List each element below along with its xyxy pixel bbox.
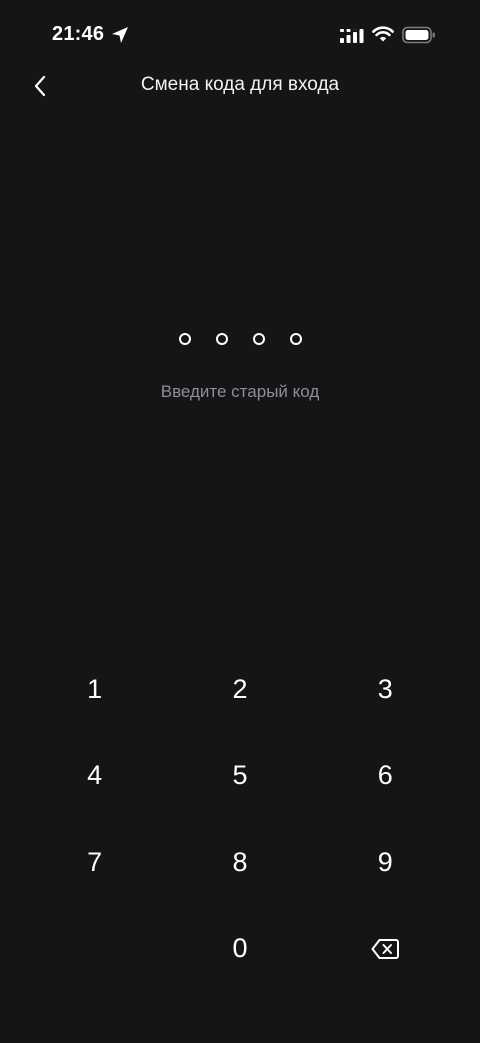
header: Смена кода для входа — [0, 60, 480, 112]
cellular-signal-icon — [340, 29, 364, 43]
backspace-button[interactable] — [313, 906, 458, 993]
wifi-icon — [372, 26, 394, 42]
key-2[interactable]: 2 — [167, 646, 312, 733]
pin-dot — [178, 333, 191, 345]
backspace-icon — [371, 938, 400, 959]
pin-indicator — [0, 333, 480, 349]
key-7[interactable]: 7 — [22, 819, 167, 906]
prompt-text: Введите старый код — [160, 382, 320, 401]
pin-dot — [215, 333, 228, 345]
key-1[interactable]: 1 — [22, 646, 167, 733]
location-arrow-icon — [112, 27, 128, 43]
key-6[interactable]: 6 — [313, 733, 458, 820]
battery-icon — [402, 26, 435, 44]
key-9[interactable]: 9 — [313, 819, 458, 906]
key-4[interactable]: 4 — [22, 733, 167, 820]
key-3[interactable]: 3 — [313, 646, 458, 733]
key-5[interactable]: 5 — [167, 733, 312, 820]
key-empty — [22, 906, 167, 993]
key-8[interactable]: 8 — [167, 819, 312, 906]
pin-dot — [252, 333, 265, 345]
key-0[interactable]: 0 — [167, 906, 312, 993]
status-time: 21:46 — [52, 23, 105, 45]
page-title: Смена кода для входа — [140, 74, 340, 95]
pin-dot — [289, 333, 302, 345]
numeric-keypad: 1 2 3 4 5 6 7 8 9 0 — [22, 646, 458, 992]
